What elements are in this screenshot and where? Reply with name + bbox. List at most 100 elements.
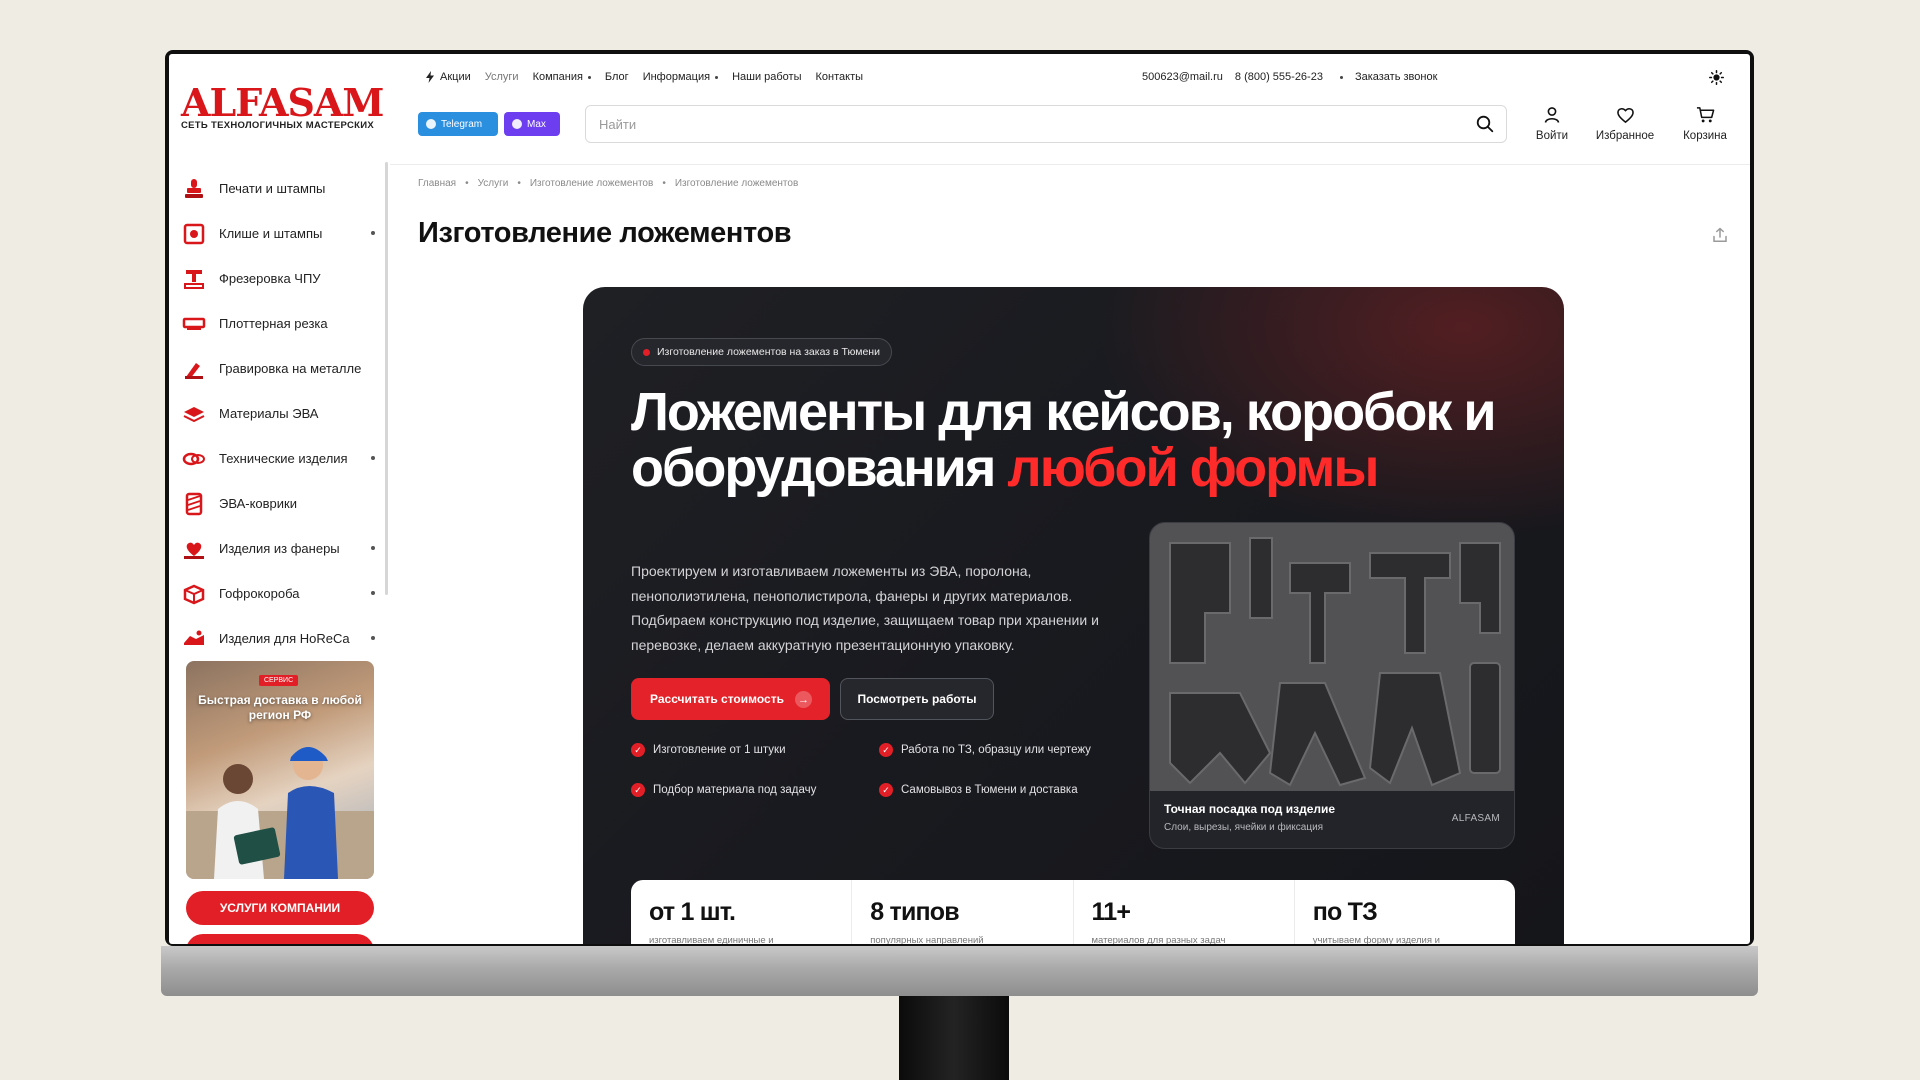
sidebar-item-engraving[interactable]: Гравировка на металле bbox=[181, 346, 381, 391]
telegram-label: Telegram bbox=[441, 118, 483, 130]
breadcrumb-category[interactable]: Изготовление ложементов bbox=[530, 178, 653, 189]
nav-works[interactable]: Наши работы bbox=[732, 71, 801, 83]
max-label: Max bbox=[527, 118, 546, 130]
breadcrumb-separator: • bbox=[517, 178, 521, 189]
page-title: Изготовление ложементов bbox=[418, 217, 792, 249]
stat-value: 8 типов bbox=[870, 898, 959, 926]
sidebar-item-stamps[interactable]: Печати и штампы bbox=[181, 166, 381, 211]
calculate-price-label: Рассчитать стоимость bbox=[650, 692, 784, 706]
sidebar-item-horeca[interactable]: Изделия для HoReCa bbox=[181, 616, 381, 661]
favorites-label: Избранное bbox=[1595, 130, 1655, 142]
stat-value: по ТЗ bbox=[1312, 898, 1378, 926]
chevron-down-icon bbox=[371, 231, 375, 235]
cart-icon bbox=[1670, 104, 1740, 126]
sidebar-item-plywood[interactable]: Изделия из фанеры bbox=[181, 526, 381, 571]
nav-services[interactable]: Услуги bbox=[485, 71, 519, 83]
sidebar-item-plotter[interactable]: Плоттерная резка bbox=[181, 301, 381, 346]
max-button[interactable]: Max bbox=[504, 112, 560, 136]
sidebar-item-cnc[interactable]: Фрезеровка ЧПУ bbox=[181, 256, 381, 301]
lightning-icon bbox=[426, 71, 434, 83]
favorites-button[interactable]: Избранное bbox=[1590, 104, 1660, 142]
promo-banner[interactable]: СЕРВИС Быстрая доставка в любой регион Р… bbox=[186, 661, 374, 879]
share-button[interactable] bbox=[1712, 227, 1728, 248]
nav-label: Информация bbox=[642, 71, 711, 83]
check-icon: ✓ bbox=[879, 783, 893, 797]
sidebar-item-technical[interactable]: Технические изделия bbox=[181, 436, 381, 481]
photo-caption: Точная посадка под изделие bbox=[1164, 802, 1336, 816]
secondary-sidebar-button[interactable] bbox=[186, 934, 374, 944]
sidebar-item-label: Технические изделия bbox=[219, 451, 348, 466]
stat-value: 11+ bbox=[1091, 898, 1131, 926]
sidebar-item-eva-mats[interactable]: ЭВА-коврики bbox=[181, 481, 381, 526]
feature-item: ✓ Подбор материала под задачу bbox=[631, 783, 816, 797]
login-button[interactable]: Войти bbox=[1517, 104, 1587, 142]
stat-card: 11+ материалов для разных задач bbox=[1074, 880, 1295, 944]
cart-button[interactable]: Корзина bbox=[1670, 104, 1740, 142]
nav-label: Акции bbox=[440, 71, 471, 83]
nav-company[interactable]: Компания bbox=[533, 71, 591, 83]
delivery-illustration bbox=[186, 747, 374, 879]
feature-item: ✓ Изготовление от 1 штуки bbox=[631, 743, 786, 757]
status-dot bbox=[643, 348, 650, 356]
nav-contacts[interactable]: Контакты bbox=[816, 71, 864, 83]
arrow-right-icon: → bbox=[795, 691, 812, 708]
nav-label: Компания bbox=[532, 71, 583, 83]
check-icon: ✓ bbox=[631, 783, 645, 797]
cliche-icon bbox=[181, 221, 207, 247]
sidebar-scrollbar[interactable] bbox=[385, 162, 388, 595]
callback-link[interactable]: Заказать звонок bbox=[1355, 71, 1437, 83]
hero-badge: Изготовление ложементов на заказ в Тюмен… bbox=[631, 338, 892, 366]
stat-card: 8 типов популярных направлений bbox=[852, 880, 1074, 944]
header-divider bbox=[390, 164, 1750, 165]
services-button[interactable]: УСЛУГИ КОМПАНИИ bbox=[186, 891, 374, 925]
stat-card: от 1 шт. изготавливаем единичные и bbox=[631, 880, 853, 944]
phone-link[interactable]: 8 (800) 555-26-23 bbox=[1235, 71, 1343, 83]
nav-blog[interactable]: Блог bbox=[605, 71, 629, 83]
share-icon bbox=[1713, 227, 1727, 242]
view-works-button[interactable]: Посмотреть работы bbox=[840, 678, 994, 720]
chevron-down-icon bbox=[371, 546, 375, 550]
browser-screen: ALFASAM СЕТЬ ТЕХНОЛОГИЧНЫХ МАСТЕРСКИХ Пе… bbox=[169, 54, 1750, 944]
sidebar-item-label: Клише и штампы bbox=[219, 226, 323, 241]
sidebar-item-label: Гофрокороба bbox=[219, 586, 300, 601]
nav-info[interactable]: Информация bbox=[643, 71, 718, 83]
theme-toggle[interactable] bbox=[1709, 70, 1724, 90]
max-icon bbox=[512, 119, 522, 129]
eva-material-icon bbox=[181, 401, 207, 427]
breadcrumb-separator: • bbox=[662, 178, 666, 189]
eva-mat-icon bbox=[181, 491, 207, 517]
sidebar-item-boxes[interactable]: Гофрокороба bbox=[181, 571, 381, 616]
logo-text: ALFASAM bbox=[181, 80, 384, 125]
foam-insert-image bbox=[1150, 523, 1514, 791]
breadcrumb-home[interactable]: Главная bbox=[418, 178, 456, 189]
calculate-price-button[interactable]: Рассчитать стоимость → bbox=[631, 678, 830, 720]
sidebar-item-eva-materials[interactable]: Материалы ЭВА bbox=[181, 391, 381, 436]
chevron-down-icon bbox=[371, 591, 375, 595]
search-icon[interactable] bbox=[1476, 115, 1494, 138]
cnc-icon bbox=[181, 266, 207, 292]
search-input[interactable] bbox=[586, 106, 1446, 142]
email-link[interactable]: 500623@mail.ru bbox=[1142, 71, 1223, 83]
sidebar-menu: Печати и штампы Клише и штампы Фрезеровк… bbox=[181, 166, 381, 661]
logo-tagline: СЕТЬ ТЕХНОЛОГИЧНЫХ МАСТЕРСКИХ bbox=[181, 120, 374, 131]
sidebar-item-cliche[interactable]: Клише и штампы bbox=[181, 211, 381, 256]
sun-icon bbox=[1709, 70, 1724, 85]
sidebar: ALFASAM СЕТЬ ТЕХНОЛОГИЧНЫХ МАСТЕРСКИХ Пе… bbox=[169, 54, 390, 944]
phone-label: 8 (800) 555-26-23 bbox=[1234, 71, 1323, 83]
hero-title-accent: любой формы bbox=[1007, 438, 1379, 498]
breadcrumb-separator: • bbox=[465, 178, 469, 189]
plywood-icon bbox=[181, 536, 207, 562]
photo-brand: ALFASAM bbox=[1451, 813, 1500, 824]
stat-label: материалов для разных задач bbox=[1091, 935, 1226, 944]
stats-bar: от 1 шт. изготавливаем единичные и 8 типо… bbox=[631, 880, 1515, 944]
stat-card: по ТЗ учитываем форму изделия и bbox=[1295, 880, 1515, 944]
plotter-icon bbox=[181, 311, 207, 337]
feature-item: ✓ Самовывоз в Тюмени и доставка bbox=[879, 783, 1078, 797]
telegram-button[interactable]: Telegram bbox=[418, 112, 498, 136]
logo[interactable]: ALFASAM СЕТЬ ТЕХНОЛОГИЧНЫХ МАСТЕРСКИХ bbox=[181, 80, 384, 132]
stat-label: изготавливаем единичные и bbox=[649, 935, 774, 944]
product-photo-card[interactable]: Точная посадка под изделие Слои, вырезы,… bbox=[1149, 522, 1515, 849]
nav-promotions[interactable]: Акции bbox=[425, 71, 471, 83]
breadcrumb-services[interactable]: Услуги bbox=[478, 178, 509, 189]
heart-icon bbox=[1590, 104, 1660, 126]
